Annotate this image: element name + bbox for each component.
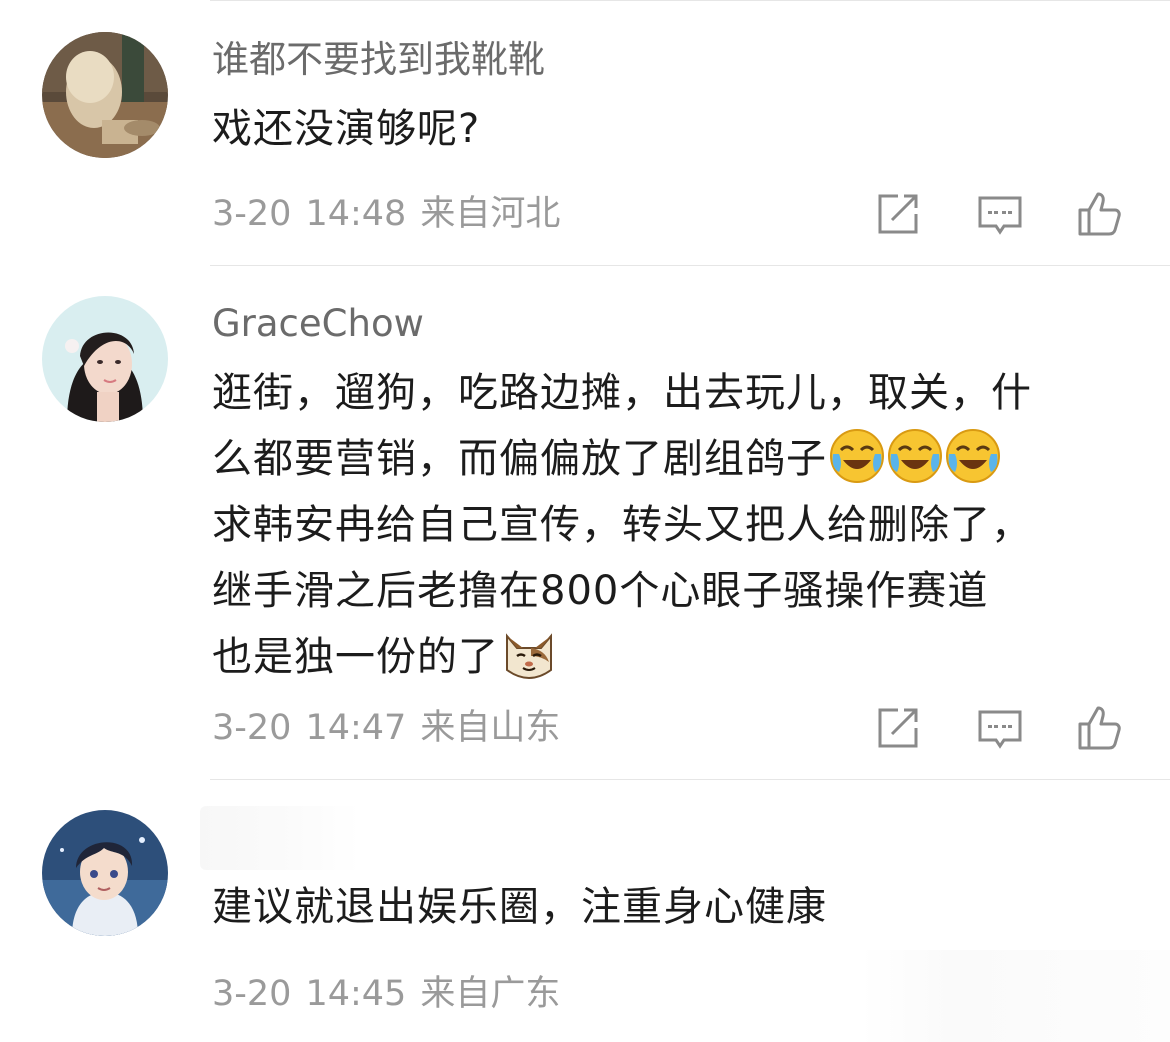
comment-line: 求韩安冉给自己宣传，转头又把人给删除了， (212, 502, 1032, 548)
username[interactable]: GraceChow (212, 302, 424, 346)
comment-time: 14:48 (305, 194, 407, 234)
obscured-actions (860, 950, 1170, 1042)
username-blurred[interactable] (200, 806, 360, 870)
reply-button[interactable] (976, 192, 1024, 240)
avatar[interactable] (42, 810, 168, 936)
top-divider (210, 0, 1170, 1)
comment-line: 建议就退出娱乐圈，注重身心健康 (212, 884, 827, 930)
anime-boy-icon (42, 810, 168, 936)
comment-text: 戏还没演够呢? (212, 96, 1142, 162)
cat-smile-emoji (501, 626, 557, 682)
comment-location: 来自广东 (420, 974, 561, 1014)
share-icon (878, 194, 918, 234)
comment-meta: 3-20 14:47 来自山东 (212, 706, 574, 750)
comment-text: 建议就退出娱乐圈，注重身心健康 (212, 874, 1142, 940)
woman-portrait-icon (42, 296, 168, 422)
comment-text: 逛街，遛狗，吃路边摊，出去玩儿，取关，什 么都要营销，而偏偏放了剧组鸽子 求韩安… (212, 360, 1142, 690)
comment-time: 14:47 (305, 708, 407, 748)
comment-line-with-emoji: 也是独一份的了 (212, 624, 1142, 690)
username[interactable]: 谁都不要找到我靴靴 (212, 38, 545, 82)
comment-time: 14:45 (305, 974, 407, 1014)
like-button[interactable] (1076, 190, 1124, 238)
share-button[interactable] (874, 704, 922, 752)
comment-date: 3-20 (212, 194, 292, 234)
share-icon (878, 708, 918, 748)
comment-icon (978, 710, 1022, 749)
avatar[interactable] (42, 296, 168, 422)
comment-location: 来自河北 (420, 194, 561, 234)
comment-line: 戏还没演够呢? (212, 106, 481, 152)
comment-date: 3-20 (212, 974, 292, 1014)
laughing-crying-emoji (829, 428, 885, 484)
comment-line: 么都要营销，而偏偏放了剧组鸽子 (212, 436, 827, 482)
reply-button[interactable] (976, 706, 1024, 754)
comment-meta: 3-20 14:48 来自河北 (212, 192, 574, 236)
comment-line: 继手滑之后老撸在800个心眼子骚操作赛道 (212, 568, 989, 614)
like-icon (1078, 706, 1121, 750)
divider (210, 265, 1170, 266)
comment-line-with-emoji: 么都要营销，而偏偏放了剧组鸽子 (212, 426, 1142, 492)
comment-icon (978, 196, 1022, 235)
share-button[interactable] (874, 190, 922, 238)
comment-meta: 3-20 14:45 来自广东 (212, 972, 574, 1016)
like-icon (1078, 192, 1121, 236)
laughing-crying-emoji (887, 428, 943, 484)
avatar[interactable] (42, 32, 168, 158)
comment-location: 来自山东 (420, 708, 561, 748)
comment-line: 也是独一份的了 (212, 634, 499, 680)
like-button[interactable] (1076, 704, 1124, 752)
divider (210, 779, 1170, 780)
comment-line: 逛街，遛狗，吃路边摊，出去玩儿，取关，什 (212, 370, 1032, 416)
photo-girl-icon (42, 32, 168, 158)
laughing-crying-emoji (945, 428, 1001, 484)
comment-date: 3-20 (212, 708, 292, 748)
